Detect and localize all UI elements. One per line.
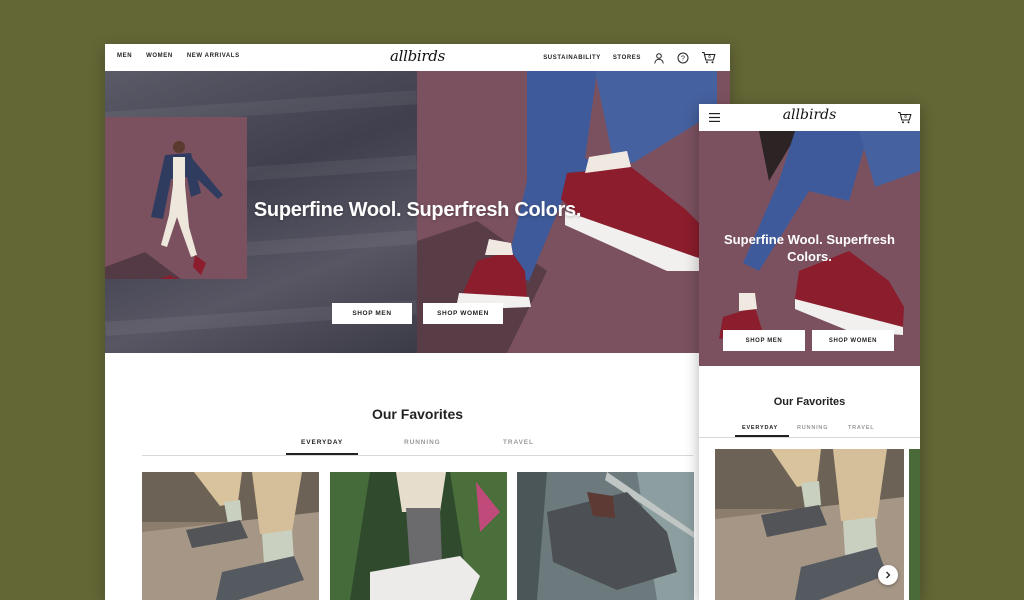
tab-running[interactable]: RUNNING (404, 439, 441, 446)
product-card[interactable] (330, 472, 507, 600)
favorites-tabs: EVERYDAY RUNNING TRAVEL (142, 437, 693, 456)
help-icon[interactable]: ? (677, 52, 689, 64)
cart-icon[interactable]: 0 (701, 51, 716, 64)
product-card[interactable] (715, 449, 904, 600)
hero-headline: Superfine Wool. Superfresh Colors. (253, 199, 582, 221)
product-card[interactable] (142, 472, 319, 600)
menu-icon[interactable] (709, 113, 720, 122)
next-product-card-peek[interactable] (909, 449, 920, 600)
favorites-tabs: EVERYDAY RUNNING TRAVEL (699, 423, 920, 438)
desktop-navbar: MEN WOMEN NEW ARRIVALS allbirds SUSTAINA… (105, 44, 730, 72)
hero-woman-photo (105, 117, 247, 289)
tab-travel[interactable]: TRAVEL (503, 439, 534, 446)
shop-men-button[interactable]: SHOP MEN (332, 303, 412, 324)
svg-text:?: ? (681, 55, 685, 62)
desktop-mockup: MEN WOMEN NEW ARRIVALS allbirds SUSTAINA… (105, 44, 730, 600)
allbirds-logo[interactable]: allbirds (390, 47, 445, 65)
chevron-right-icon (886, 571, 891, 579)
allbirds-logo[interactable]: allbirds (783, 107, 837, 123)
favorites-heading: Our Favorites (773, 396, 846, 408)
mobile-navbar: allbirds 0 (699, 104, 920, 132)
active-tab-indicator (735, 435, 789, 437)
desktop-hero-banner[interactable]: Superfine Wool. Superfresh Colors. SHOP … (105, 71, 730, 353)
tab-travel[interactable]: TRAVEL (848, 425, 874, 431)
tab-everyday[interactable]: EVERYDAY (301, 439, 343, 446)
nav-link-women[interactable]: WOMEN (146, 53, 173, 59)
shop-women-button[interactable]: SHOP WOMEN (423, 303, 503, 324)
nav-link-stores[interactable]: STORES (613, 55, 641, 61)
shop-women-button[interactable]: SHOP WOMEN (812, 330, 894, 351)
shop-men-button[interactable]: SHOP MEN (723, 330, 805, 351)
mobile-mockup: allbirds 0 Superfine Wool. Superfresh Co… (699, 104, 920, 600)
cart-icon[interactable]: 0 (897, 111, 912, 124)
account-icon[interactable] (653, 52, 665, 64)
nav-link-sustainability[interactable]: SUSTAINABILITY (543, 55, 601, 61)
carousel-next-button[interactable] (878, 565, 898, 585)
tab-everyday[interactable]: EVERYDAY (742, 425, 778, 431)
product-card[interactable] (517, 472, 694, 600)
favorites-heading: Our Favorites (371, 406, 464, 422)
tab-running[interactable]: RUNNING (797, 425, 828, 431)
nav-link-men[interactable]: MEN (117, 53, 132, 59)
active-tab-indicator (286, 453, 358, 455)
nav-link-new-arrivals[interactable]: NEW ARRIVALS (187, 53, 240, 59)
hero-headline: Superfine Wool. Superfresh Colors. (724, 232, 895, 264)
